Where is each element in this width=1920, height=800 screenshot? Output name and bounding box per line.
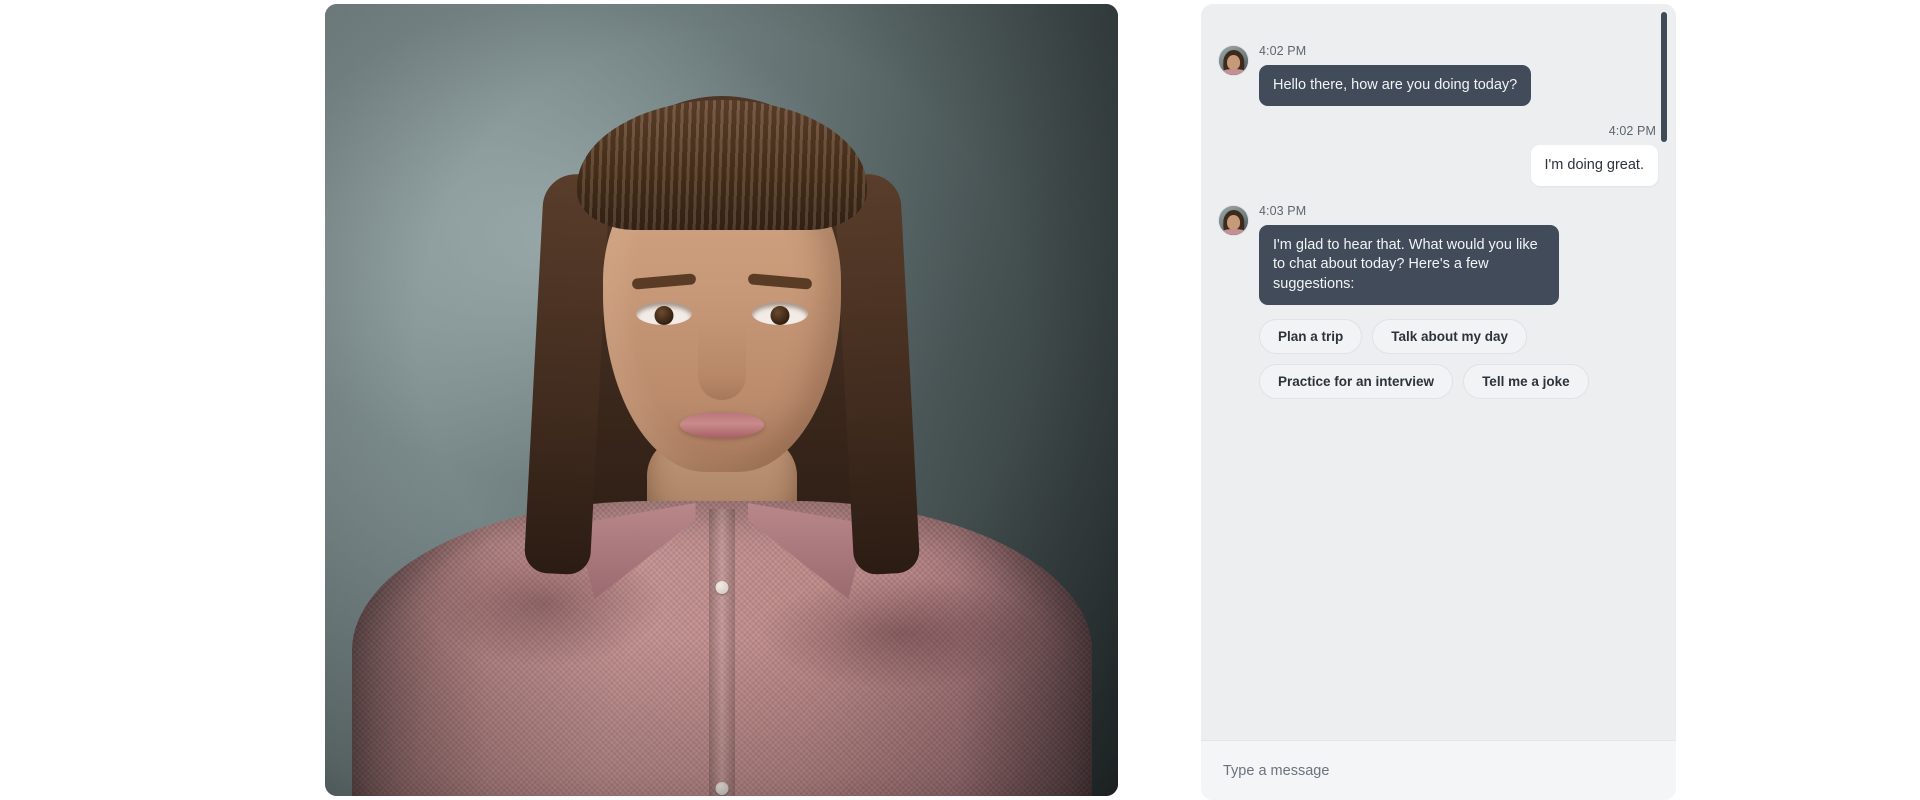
message-bubble-bot: Hello there, how are you doing today?	[1259, 65, 1532, 107]
avatar	[1219, 206, 1248, 236]
scrollbar-thumb[interactable]	[1661, 12, 1667, 142]
message-row-bot-2: 4:03 PM I'm glad to hear that. What woul…	[1219, 204, 1658, 305]
message-timestamp: 4:02 PM	[1259, 44, 1307, 58]
suggestion-chip-tell-me-a-joke[interactable]: Tell me a joke	[1463, 363, 1589, 399]
message-stack: 4:02 PM Hello there, how are you doing t…	[1259, 44, 1532, 107]
avatar-video-panel[interactable]	[325, 4, 1118, 796]
message-bubble-user: I'm doing great.	[1530, 145, 1658, 187]
message-row-user-1: 4:02 PM I'm doing great.	[1219, 124, 1658, 187]
message-composer[interactable]	[1201, 740, 1676, 800]
avatar-face-icon	[1226, 214, 1241, 231]
suggestion-chip-group: Plan a trip Talk about my day Practice f…	[1259, 318, 1589, 399]
video-background	[325, 4, 1118, 796]
avatar	[1219, 46, 1248, 75]
avatar-face-icon	[1226, 54, 1241, 70]
suggestion-chip-talk-about-my-day[interactable]: Talk about my day	[1372, 318, 1528, 354]
chat-panel: 4:02 PM Hello there, how are you doing t…	[1201, 4, 1676, 800]
message-bubble-bot: I'm glad to hear that. What would you li…	[1259, 225, 1559, 305]
message-timestamp: 4:03 PM	[1259, 204, 1307, 219]
suggestion-chip-plan-a-trip[interactable]: Plan a trip	[1259, 318, 1363, 354]
app-root: 4:02 PM Hello there, how are you doing t…	[0, 0, 1920, 800]
message-stack: 4:03 PM I'm glad to hear that. What woul…	[1259, 204, 1559, 305]
message-input[interactable]	[1223, 762, 1654, 779]
message-list[interactable]: 4:02 PM Hello there, how are you doing t…	[1201, 4, 1676, 740]
avatar-body-icon	[1221, 68, 1246, 75]
avatar-body-icon	[1221, 228, 1246, 236]
message-timestamp: 4:02 PM	[1608, 124, 1656, 139]
message-row-bot-1: 4:02 PM Hello there, how are you doing t…	[1219, 44, 1658, 107]
message-stack: 4:02 PM I'm doing great.	[1530, 124, 1658, 187]
video-vignette	[325, 4, 1118, 796]
suggestion-chip-practice-for-an-interview[interactable]: Practice for an interview	[1259, 363, 1454, 399]
